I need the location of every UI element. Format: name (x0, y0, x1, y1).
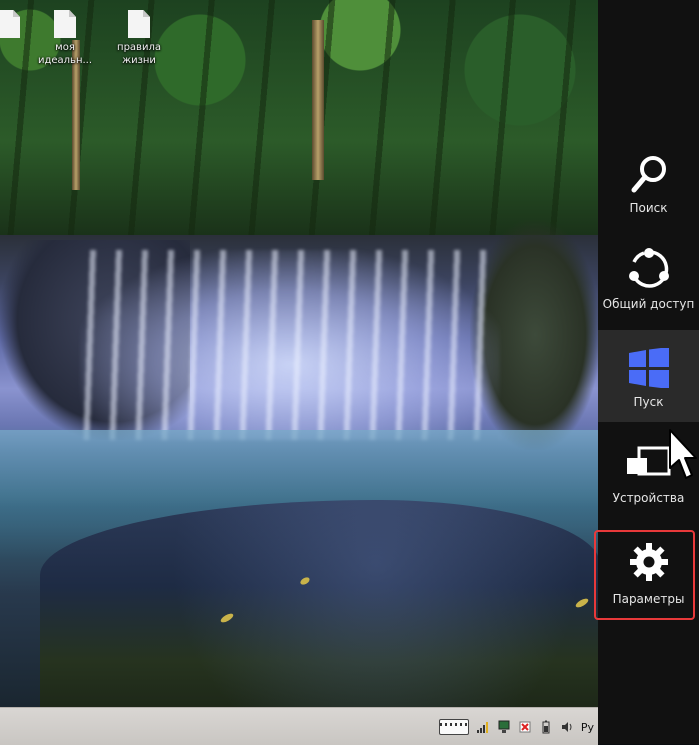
text-file-icon (0, 10, 20, 38)
charm-search[interactable]: Поиск (598, 140, 699, 230)
volume-icon[interactable] (560, 720, 574, 734)
desktop-icon-label-line1: правила (117, 42, 161, 53)
search-icon (631, 156, 666, 193)
language-indicator[interactable]: Ру (581, 721, 594, 734)
desktop-icon-label-line1: моя (55, 42, 75, 53)
desktop-icon-label-line2: жизни (122, 55, 156, 66)
battery-icon[interactable] (539, 720, 553, 734)
charm-start[interactable]: Пуск (598, 330, 699, 422)
keyboard-icon[interactable] (438, 719, 469, 735)
devices-icon (626, 446, 670, 476)
network-icon[interactable] (497, 720, 511, 734)
settings-gear-icon (629, 543, 668, 581)
share-icon (628, 248, 669, 288)
charm-share[interactable]: Общий доступ (598, 240, 699, 330)
signal-icon[interactable] (476, 720, 490, 734)
text-file-icon (54, 10, 76, 38)
waterfall (80, 250, 500, 440)
mouse-cursor-icon (669, 429, 697, 479)
windows-start-icon (628, 348, 669, 388)
desktop-wallpaper (0, 0, 598, 707)
charm-label-devices: Устройства (612, 491, 685, 505)
charm-label-settings: Параметры (612, 592, 685, 606)
charm-settings[interactable]: Параметры (598, 530, 699, 620)
taskbar: Ру (0, 707, 598, 745)
desktop-icon-file-1[interactable]: моя идеальн... (30, 8, 100, 67)
charm-label-start: Пуск (633, 395, 664, 409)
system-tray: Ру (438, 716, 594, 738)
flag-alert-icon[interactable] (518, 720, 532, 734)
text-file-icon (128, 10, 150, 38)
charm-label-share: Общий доступ (602, 297, 695, 311)
desktop-icon-file-2[interactable]: правила жизни (104, 8, 174, 67)
tree-trunk (312, 20, 324, 180)
foreground-rock (40, 500, 598, 707)
desktop-icon-label-line2: идеальн... (37, 55, 93, 66)
charm-label-search: Поиск (629, 201, 668, 215)
charms-bar: Поиск Общий доступ Пуск Устройства Парам… (598, 0, 699, 744)
